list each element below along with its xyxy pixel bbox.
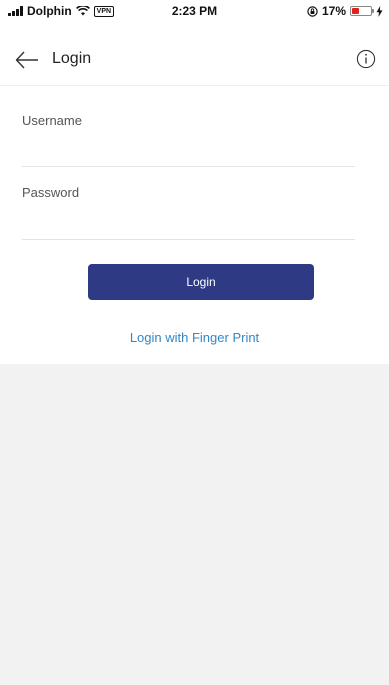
rotation-lock-icon bbox=[307, 5, 318, 17]
password-input[interactable] bbox=[22, 212, 355, 240]
username-input[interactable] bbox=[22, 139, 355, 167]
login-button[interactable]: Login bbox=[88, 264, 314, 300]
password-label: Password bbox=[22, 185, 80, 200]
fingerprint-login-link[interactable]: Login with Finger Print bbox=[0, 330, 389, 345]
arrow-left-icon[interactable] bbox=[14, 49, 40, 71]
login-form: Username Password Login Login with Finge… bbox=[0, 86, 389, 364]
battery-percent: 17% bbox=[321, 4, 346, 18]
charging-bolt-icon bbox=[376, 5, 383, 17]
info-icon[interactable] bbox=[356, 49, 376, 69]
status-bar: Dolphin VPN 2:23 PM 17% bbox=[0, 0, 389, 22]
battery-fill bbox=[352, 8, 359, 14]
page-title: Login bbox=[52, 50, 92, 67]
battery-icon bbox=[350, 6, 374, 16]
username-label: Username bbox=[22, 113, 82, 128]
status-right: 17% bbox=[307, 4, 383, 18]
app-header: Login bbox=[0, 22, 389, 86]
phone-screen: Dolphin VPN 2:23 PM 17% Login Username P… bbox=[0, 0, 389, 685]
